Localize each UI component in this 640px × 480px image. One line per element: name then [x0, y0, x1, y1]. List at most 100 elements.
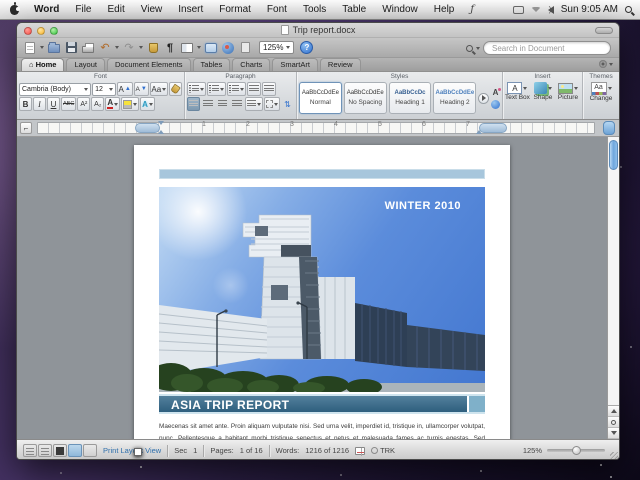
new-document-icon[interactable]	[23, 41, 37, 55]
font-size-select[interactable]: 12	[92, 82, 116, 96]
multilevel-list-button[interactable]	[227, 82, 246, 96]
sort-button[interactable]: ⇅	[281, 97, 294, 111]
tab-charts[interactable]: Charts	[232, 58, 271, 71]
open-icon[interactable]	[47, 41, 61, 55]
scrollbar-up-button[interactable]	[603, 121, 615, 135]
subscript-button[interactable]: A₂	[91, 97, 105, 111]
format-painter-icon[interactable]	[146, 41, 160, 55]
view-dropdown-icon[interactable]	[197, 46, 201, 49]
tab-smartart[interactable]: SmartArt	[272, 58, 318, 71]
help-button[interactable]: ?	[300, 41, 314, 54]
menu-format[interactable]: Format	[211, 0, 259, 20]
zoom-control[interactable]: 125%	[259, 41, 295, 54]
clear-formatting-button[interactable]	[169, 82, 182, 96]
strikethrough-button[interactable]: ABC	[61, 97, 77, 111]
line-spacing-button[interactable]	[244, 97, 263, 111]
align-left-button[interactable]	[187, 97, 201, 111]
bold-button[interactable]: B	[19, 97, 32, 111]
underline-button[interactable]: U	[47, 97, 60, 111]
menu-word[interactable]: Word	[26, 0, 67, 20]
align-center-button[interactable]	[201, 97, 214, 111]
search-icon[interactable]	[466, 44, 473, 52]
left-indent-marker[interactable]	[158, 130, 164, 134]
displays-menu-icon[interactable]	[512, 5, 524, 14]
tab-selector-button[interactable]: ⌐	[20, 122, 32, 134]
save-icon[interactable]	[64, 41, 78, 55]
scrollbar-thumb[interactable]	[609, 140, 618, 170]
media-browser-icon[interactable]	[221, 41, 235, 55]
first-line-indent-marker[interactable]	[158, 121, 164, 125]
tab-home[interactable]: ⌂ Home	[21, 58, 65, 71]
font-color-button[interactable]: A	[105, 97, 121, 111]
menu-tools[interactable]: Tools	[295, 0, 334, 20]
change-theme-button[interactable]: Aa Change	[588, 82, 614, 103]
apple-menu-icon[interactable]	[10, 1, 20, 15]
bullets-button[interactable]	[187, 82, 206, 96]
toolbar-toggle-button[interactable]	[595, 27, 613, 34]
undo-icon[interactable]: ↶	[98, 41, 112, 55]
italic-button[interactable]: I	[33, 97, 46, 111]
zoom-slider[interactable]	[547, 446, 605, 455]
shrink-font-button[interactable]: A ▼	[133, 82, 149, 96]
zoom-slider-knob[interactable]	[572, 446, 581, 455]
ruler-strip[interactable]	[37, 122, 595, 134]
wifi-menu-icon[interactable]	[530, 6, 541, 13]
highlight-button[interactable]	[121, 97, 140, 111]
print-icon[interactable]	[81, 41, 95, 55]
menu-insert[interactable]: Insert	[170, 0, 211, 20]
toolbox-icon[interactable]	[238, 41, 252, 55]
styles-gallery-more-button[interactable]	[478, 92, 489, 104]
style-no-spacing[interactable]: AaBbCcDdEe No Spacing	[343, 82, 387, 114]
style-normal[interactable]: AaBbCcDdEe Normal	[299, 82, 342, 114]
right-indent-marker[interactable]	[476, 130, 482, 134]
tab-layout[interactable]: Layout	[66, 58, 105, 71]
publishing-view-button[interactable]	[83, 444, 142, 457]
browse-previous-button[interactable]	[608, 406, 619, 417]
spelling-status-icon[interactable]	[355, 446, 366, 456]
words-label[interactable]: Words:	[276, 446, 300, 455]
ruler-right-margin[interactable]	[479, 123, 507, 133]
browse-next-button[interactable]	[608, 428, 619, 439]
increase-indent-button[interactable]	[262, 82, 276, 96]
notebook-view-button[interactable]	[53, 444, 67, 457]
show-formatting-icon[interactable]: ¶	[163, 41, 177, 55]
styles-pane-icon[interactable]: A	[493, 87, 502, 97]
sidebar-toggle-icon[interactable]	[204, 41, 218, 55]
menu-help[interactable]: Help	[426, 0, 463, 20]
words-value[interactable]: 1216 of 1216	[305, 446, 349, 455]
menu-table[interactable]: Table	[334, 0, 374, 20]
search-options-icon[interactable]	[476, 46, 480, 50]
borders-button[interactable]	[263, 97, 280, 111]
new-dropdown-icon[interactable]	[40, 46, 44, 49]
spotlight-icon[interactable]	[625, 6, 632, 13]
redo-icon[interactable]: ↷	[122, 41, 136, 55]
view-label[interactable]: Print Layout View	[103, 446, 161, 455]
undo-dropdown-icon[interactable]	[115, 46, 119, 49]
insert-shape-button[interactable]: Shape	[531, 82, 555, 102]
font-name-select[interactable]: Cambria (Body)	[19, 82, 92, 96]
manage-styles-icon[interactable]	[491, 99, 500, 109]
title-bar[interactable]: Trip report.docx	[17, 23, 619, 38]
ruler-left-margin[interactable]	[135, 123, 160, 133]
style-heading-1[interactable]: AaBbCcDc Heading 1	[388, 82, 432, 114]
ribbon-options-button[interactable]	[599, 60, 613, 68]
menu-window[interactable]: Window	[374, 0, 426, 20]
numbering-button[interactable]	[207, 82, 226, 96]
menu-edit[interactable]: Edit	[100, 0, 133, 20]
redo-dropdown-icon[interactable]	[139, 46, 143, 49]
menu-font[interactable]: Font	[259, 0, 295, 20]
resize-grip[interactable]	[610, 452, 618, 459]
superscript-button[interactable]: A²	[77, 97, 91, 111]
tab-review[interactable]: Review	[319, 58, 361, 71]
align-justify-button[interactable]	[230, 97, 243, 111]
align-right-button[interactable]	[216, 97, 229, 111]
search-input[interactable]	[483, 41, 611, 55]
script-menu-icon[interactable]: ƒ	[462, 0, 482, 20]
grow-font-button[interactable]: A ▲	[116, 82, 133, 96]
outline-view-button[interactable]	[38, 444, 52, 457]
menu-view[interactable]: View	[133, 0, 171, 20]
volume-menu-icon[interactable]	[547, 5, 554, 14]
document-proxy-icon[interactable]	[280, 25, 289, 35]
draft-view-button[interactable]	[23, 444, 37, 457]
menu-bar-clock[interactable]: Sun 9:05 AM	[561, 4, 618, 15]
